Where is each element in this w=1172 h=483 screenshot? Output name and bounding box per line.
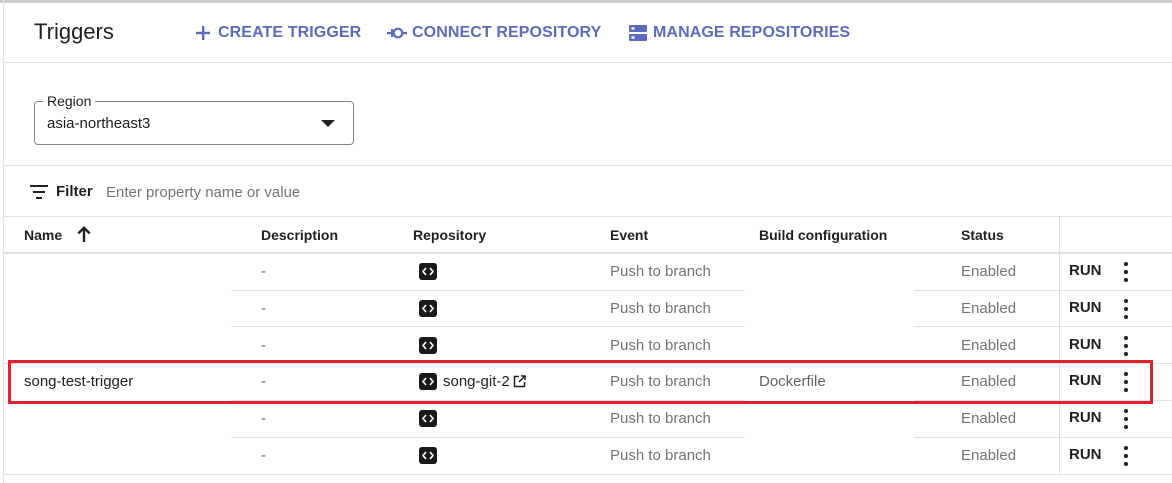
table-row: song-test-trigger - song-git-2 Push to bran… [4,363,1172,400]
trigger-status: Enabled [961,447,1017,464]
filter-bar: Filter [4,165,1172,217]
row-divider [4,474,1172,475]
trigger-description: - [261,300,266,317]
trigger-event: Push to branch [610,373,711,390]
more-vert-icon[interactable] [1119,445,1133,467]
run-button[interactable]: RUN [1069,299,1102,316]
run-button[interactable]: RUN [1069,262,1102,279]
column-header-description: Description [261,227,339,243]
row-divider [231,400,745,401]
code-icon [419,337,437,354]
row-divider [231,437,745,438]
manage-repositories-button[interactable]: MANAGE REPOSITORIES [627,20,850,46]
run-button[interactable]: RUN [1069,446,1102,463]
trigger-status: Enabled [961,410,1017,427]
trigger-name[interactable]: song-test-trigger [24,373,133,390]
region-select[interactable]: Region asia-northeast3 [34,93,354,145]
filter-icon [30,185,48,199]
repository-name: song-git-2 [443,373,510,390]
open-external-icon [513,375,526,388]
row-divider [914,326,1172,327]
more-vert-icon[interactable] [1119,298,1133,320]
column-header-build: Build configuration [759,227,888,243]
plus-icon [192,22,214,44]
column-header-repository: Repository [413,227,487,243]
row-divider [914,400,1172,401]
sort-ascending-icon[interactable] [76,225,92,243]
table-row: - Push to branch Enabled RUN [4,253,1172,290]
create-trigger-label: CREATE TRIGGER [218,24,362,41]
row-divider [914,437,1172,438]
filter-label: Filter [56,183,93,200]
connect-icon [386,22,408,44]
trigger-event: Push to branch [610,447,711,464]
table-row: - Push to branch Enabled RUN [4,290,1172,327]
more-vert-icon[interactable] [1119,408,1133,430]
table-row: - Push to branch Enabled RUN [4,400,1172,437]
code-icon [419,300,437,317]
filter-input[interactable] [106,179,606,205]
trigger-status: Enabled [961,373,1017,390]
row-divider [231,290,745,291]
trigger-event: Push to branch [610,300,711,317]
manage-repositories-label: MANAGE REPOSITORIES [653,24,851,41]
row-divider [4,363,1172,364]
trigger-event: Push to branch [610,410,711,427]
column-header-status: Status [961,227,1004,243]
trigger-description: - [261,373,266,390]
column-header-name[interactable]: Name [24,227,62,243]
table-row: - Push to branch Enabled RUN [4,437,1172,474]
trigger-description: - [261,447,266,464]
code-icon [419,263,437,280]
code-icon [419,447,437,464]
trigger-description: - [261,263,266,280]
page-header: Triggers CREATE TRIGGER CONNECT REPOSITO… [4,3,1172,63]
column-header-event: Event [610,227,649,243]
trigger-status: Enabled [961,263,1017,280]
table-header: Name Description Repository Event Build … [4,217,1172,253]
more-vert-icon[interactable] [1119,261,1133,283]
trigger-status: Enabled [961,300,1017,317]
run-button[interactable]: RUN [1069,336,1102,353]
connect-repository-button[interactable]: CONNECT REPOSITORY [386,20,601,46]
more-vert-icon[interactable] [1119,335,1133,357]
storage-icon [627,22,649,44]
region-value: asia-northeast3 [47,115,151,132]
run-button[interactable]: RUN [1069,409,1102,426]
row-divider [231,326,745,327]
create-trigger-button[interactable]: CREATE TRIGGER [192,20,361,46]
build-configuration: Dockerfile [759,373,826,390]
page-title: Triggers [34,19,114,44]
table-row: - Push to branch Enabled RUN [4,327,1172,364]
more-vert-icon[interactable] [1119,371,1133,393]
run-button[interactable]: RUN [1069,372,1102,389]
trigger-description: - [261,410,266,427]
trigger-status: Enabled [961,337,1017,354]
repository-link[interactable]: song-git-2 [443,373,526,390]
dropdown-arrow-icon [321,120,335,127]
trigger-event: Push to branch [610,263,711,280]
code-icon [419,373,437,390]
region-label: Region [43,93,96,109]
row-divider [914,290,1172,291]
trigger-event: Push to branch [610,337,711,354]
connect-repository-label: CONNECT REPOSITORY [412,24,602,41]
row-divider [4,253,1172,254]
code-icon [419,410,437,427]
trigger-description: - [261,337,266,354]
